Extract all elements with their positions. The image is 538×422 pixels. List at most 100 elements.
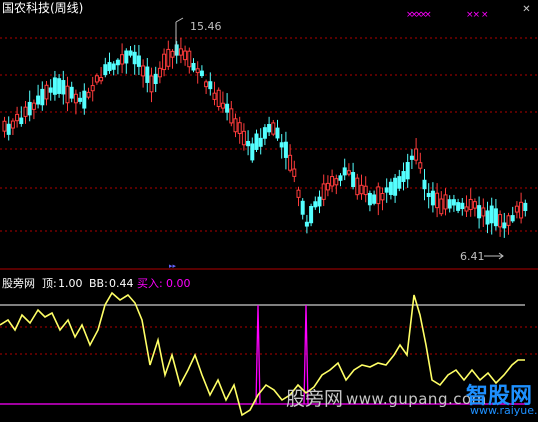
- candle-body: [422, 179, 427, 190]
- panel-arrow-icon: ▸▸: [169, 262, 177, 270]
- candle-body: [86, 91, 91, 98]
- candle-body: [367, 192, 372, 206]
- candle-body: [372, 194, 377, 204]
- candle-body: [157, 67, 162, 78]
- candle-body: [191, 62, 196, 71]
- candle-body: [233, 118, 238, 133]
- candle-body: [506, 215, 511, 226]
- candle-body: [27, 101, 32, 116]
- candle-body: [19, 117, 24, 125]
- candle-body: [456, 202, 461, 211]
- candle-body: [313, 201, 318, 208]
- candle-body: [397, 176, 402, 189]
- candle-body: [73, 93, 78, 104]
- candle-body: [355, 177, 360, 196]
- candle-body: [502, 222, 507, 229]
- candle-body: [2, 120, 7, 132]
- buy-spike: [255, 304, 261, 405]
- candle-body: [149, 75, 154, 93]
- candle-body: [405, 162, 410, 180]
- candlestick-chart: ▸▸: [0, 17, 538, 270]
- indicator-grid: [0, 326, 538, 355]
- candle-body: [485, 210, 490, 225]
- candle-body: [120, 54, 125, 65]
- candle-body: [208, 81, 213, 90]
- candle-body: [309, 206, 314, 224]
- candle-body: [57, 78, 62, 94]
- candle-body: [376, 186, 381, 205]
- candle-body: [48, 87, 53, 93]
- candle-body: [187, 50, 192, 68]
- candle-body: [145, 66, 150, 83]
- candle-body: [342, 167, 347, 176]
- candle-body: [338, 175, 343, 181]
- watermark-text: 股旁网: [286, 388, 344, 410]
- candle-body: [481, 207, 486, 217]
- candle-body: [363, 185, 368, 196]
- candle-body: [262, 127, 267, 139]
- candle-body: [426, 192, 431, 197]
- candle-body: [317, 196, 322, 207]
- candle-body: [229, 108, 234, 124]
- candle-body: [477, 205, 482, 219]
- candle-body: [254, 133, 259, 150]
- candle-body: [237, 122, 242, 135]
- candle-body: [65, 85, 70, 104]
- candle-body: [279, 142, 284, 148]
- candle-body: [460, 202, 465, 210]
- candle-body: [195, 68, 200, 74]
- candle-body: [132, 51, 137, 65]
- candle-body: [300, 200, 305, 215]
- candle-body: [514, 205, 519, 213]
- candle-body: [401, 171, 406, 182]
- candle-body: [388, 181, 393, 195]
- candle-body: [296, 189, 301, 198]
- candle-body: [15, 113, 20, 122]
- candle-body: [384, 187, 389, 193]
- candle-body: [128, 50, 133, 56]
- candle-body: [439, 198, 444, 215]
- candle-body: [69, 86, 74, 99]
- candle-body: [212, 92, 217, 100]
- candle-body: [464, 206, 469, 212]
- candle-body: [250, 143, 255, 161]
- candle-body: [283, 141, 288, 158]
- candle-body: [78, 97, 83, 102]
- candle-body: [292, 168, 297, 177]
- candle-body: [204, 81, 209, 88]
- candle-body: [351, 172, 356, 188]
- candle-body: [359, 184, 364, 195]
- candle-body: [90, 85, 95, 92]
- candle-body: [325, 182, 330, 191]
- candle-body: [519, 201, 524, 219]
- candle-body: [334, 178, 339, 186]
- low-price-label: 6.41: [460, 250, 485, 263]
- candle-body: [321, 183, 326, 200]
- candle-body: [10, 120, 15, 129]
- candle-body: [31, 102, 36, 110]
- candle-body: [267, 124, 272, 133]
- candle-body: [162, 53, 167, 71]
- candle-body: [115, 59, 120, 66]
- candle-body: [468, 198, 473, 210]
- candle-body: [141, 65, 146, 77]
- candle-body: [409, 155, 414, 160]
- candle-body: [153, 73, 158, 85]
- candle-body: [246, 140, 251, 147]
- candle-body: [107, 62, 112, 72]
- candle-body: [178, 48, 183, 56]
- candle-body: [111, 63, 116, 70]
- candle-body: [82, 90, 87, 109]
- candle-body: [451, 199, 456, 206]
- low-marker: [484, 252, 504, 260]
- candle-body: [393, 177, 398, 196]
- candle-body: [166, 48, 171, 67]
- candle-body: [447, 199, 452, 209]
- candle-body: [170, 50, 175, 58]
- candle-body: [103, 64, 108, 76]
- candle-body: [271, 122, 276, 135]
- candle-body: [220, 102, 225, 109]
- candle-body: [380, 192, 385, 201]
- candle-body: [183, 50, 188, 61]
- candle-body: [124, 50, 129, 64]
